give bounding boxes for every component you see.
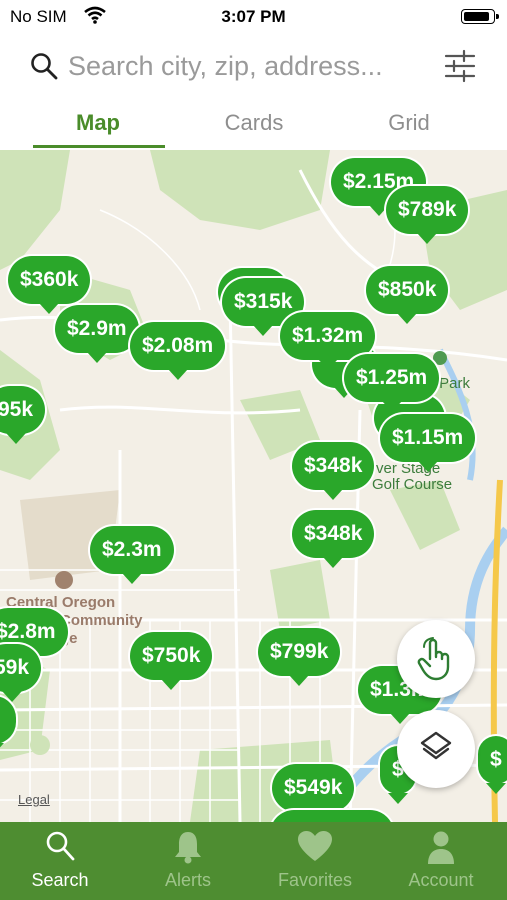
nav-search-label: Search	[31, 870, 89, 890]
nav-alerts-label: Alerts	[164, 870, 211, 890]
search-input[interactable]	[68, 48, 428, 84]
map-label-golf-2: Golf Course	[372, 476, 453, 493]
price-pin[interactable]: $1.25m	[344, 354, 440, 412]
nav-account-label: Account	[408, 870, 474, 890]
price-pin[interactable]: $360k	[8, 256, 91, 314]
bell-icon	[175, 832, 201, 864]
map-label-community: Community	[60, 612, 143, 629]
nav-favorites[interactable]: Favorites	[255, 822, 375, 900]
map-layers-button[interactable]	[397, 710, 475, 788]
search-icon	[31, 53, 58, 80]
nav-favorites-label: Favorites	[277, 870, 353, 890]
filter-sliders-icon[interactable]	[443, 49, 477, 83]
tab-map[interactable]: Map	[33, 110, 163, 136]
layers-icon	[420, 731, 452, 760]
tab-cards[interactable]: Cards	[189, 110, 319, 136]
map-view[interactable]: Central Oregon Community ge r Park ver S…	[0, 150, 507, 822]
active-tab-indicator	[33, 145, 165, 148]
hand-pointer-icon	[417, 637, 450, 681]
price-pin[interactable]: $348k	[292, 442, 375, 500]
price-pin[interactable]: $1.15m	[380, 414, 476, 472]
nav-alerts[interactable]: Alerts	[128, 822, 248, 900]
price-pin[interactable]: $1.32m	[280, 312, 376, 370]
tab-grid[interactable]: Grid	[344, 110, 474, 136]
map-legal-link[interactable]: Legal	[18, 792, 50, 807]
price-pin[interactable]: $789k	[386, 186, 469, 244]
status-bar: No SIM 3:07 PM	[0, 0, 507, 34]
heart-icon	[298, 831, 332, 861]
person-icon	[428, 831, 454, 864]
status-time: 3:07 PM	[221, 7, 286, 26]
search-icon	[46, 831, 75, 861]
price-pin-partial[interactable]	[270, 810, 394, 822]
search-bar	[0, 34, 507, 98]
battery-icon	[461, 9, 499, 24]
nav-account[interactable]: Account	[381, 822, 501, 900]
price-pin[interactable]: $750k	[130, 632, 213, 690]
price-pin[interactable]: $2.9m	[55, 305, 139, 363]
price-pin[interactable]: $2.3m	[90, 526, 174, 584]
price-pin[interactable]: $549k	[272, 764, 355, 822]
draw-search-button[interactable]	[397, 620, 475, 698]
price-pin[interactable]: $2.08m	[130, 322, 226, 380]
price-pin[interactable]: $799k	[258, 628, 341, 686]
price-pin[interactable]: $348k	[292, 510, 375, 568]
nav-search[interactable]: Search	[0, 822, 120, 900]
price-pin[interactable]: $850k	[366, 266, 449, 324]
price-pin[interactable]: $	[478, 736, 507, 794]
bottom-nav: Search Alerts Favorites Account	[0, 822, 507, 900]
view-tabs: Map Cards Grid	[0, 98, 507, 150]
